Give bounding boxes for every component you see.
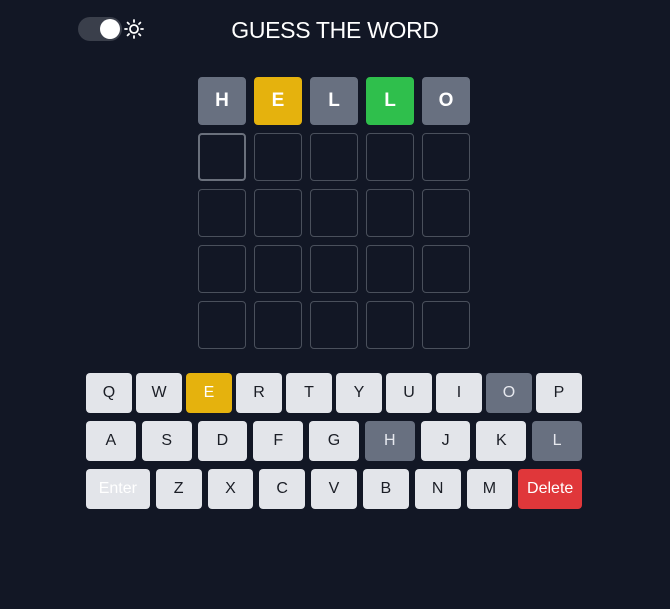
key-k[interactable]: K [476,421,527,461]
key-g[interactable]: G [309,421,359,461]
grid-cell-r3-c1 [198,189,246,237]
grid-cell-r1-c5: O [422,77,470,125]
key-v[interactable]: V [311,469,357,509]
grid-cell-r1-c2: E [254,77,302,125]
grid-cell-r4-c4 [366,245,414,293]
key-u[interactable]: U [386,373,432,413]
key-z[interactable]: Z [155,469,202,509]
key-b[interactable]: B [362,469,409,509]
key-h[interactable]: H [364,421,415,461]
grid-cell-r5-c4 [366,301,414,349]
grid-cell-r2-c5 [422,133,470,181]
key-t[interactable]: T [286,373,332,413]
grid-cell-r2-c2 [254,133,302,181]
key-j[interactable]: J [420,421,471,461]
guess-grid: HELLO [198,77,470,349]
grid-cell-r2-c4 [366,133,414,181]
keyboard-row-2: ASDFGHJKL [85,421,583,461]
grid-cell-r1-c4: L [366,77,414,125]
key-c[interactable]: C [259,469,306,509]
grid-cell-r4-c3 [310,245,358,293]
grid-cell-r1-c3: L [310,77,358,125]
enter-key[interactable]: Enter [86,469,150,509]
delete-key[interactable]: Delete [518,469,583,509]
key-n[interactable]: N [414,469,461,509]
key-o[interactable]: O [486,373,532,413]
key-q[interactable]: Q [86,373,132,413]
grid-cell-r3-c4 [366,189,414,237]
grid-cell-r5-c2 [254,301,302,349]
grid-cell-r1-c1: H [198,77,246,125]
key-y[interactable]: Y [336,373,382,413]
key-m[interactable]: M [466,469,513,509]
key-i[interactable]: I [436,373,482,413]
key-f[interactable]: F [253,421,304,461]
grid-cell-r5-c3 [310,301,358,349]
keyboard-row-1: QWERTYUIOP [86,373,582,413]
key-p[interactable]: P [536,373,582,413]
page-title: GUESS THE WORD [231,17,439,43]
on-screen-keyboard: QWERTYUIOP ASDFGHJKL Enter Z X C V B N M Delete [85,373,583,517]
keyboard-row-3: Enter Z X C V B N M Delete [86,469,583,509]
game-page: GUESS THE WORD HELLO QWERTYUIOP ASDFGHJK… [0,0,670,609]
grid-cell-r5-c5 [422,301,470,349]
key-d[interactable]: D [197,421,248,461]
key-e[interactable]: E [186,373,232,413]
grid-cell-r3-c2 [254,189,302,237]
grid-cell-r4-c1 [198,245,246,293]
key-w[interactable]: W [136,373,182,413]
grid-cell-r2-c1 [198,133,246,181]
key-s[interactable]: S [141,421,192,461]
grid-cell-r5-c1 [198,301,246,349]
grid-cell-r2-c3 [310,133,358,181]
key-l[interactable]: L [532,421,583,461]
grid-cell-r4-c2 [254,245,302,293]
key-x[interactable]: X [207,469,254,509]
grid-cell-r4-c5 [422,245,470,293]
grid-cell-r3-c5 [422,189,470,237]
grid-cell-r3-c3 [310,189,358,237]
key-r[interactable]: R [236,373,282,413]
key-a[interactable]: A [85,421,136,461]
